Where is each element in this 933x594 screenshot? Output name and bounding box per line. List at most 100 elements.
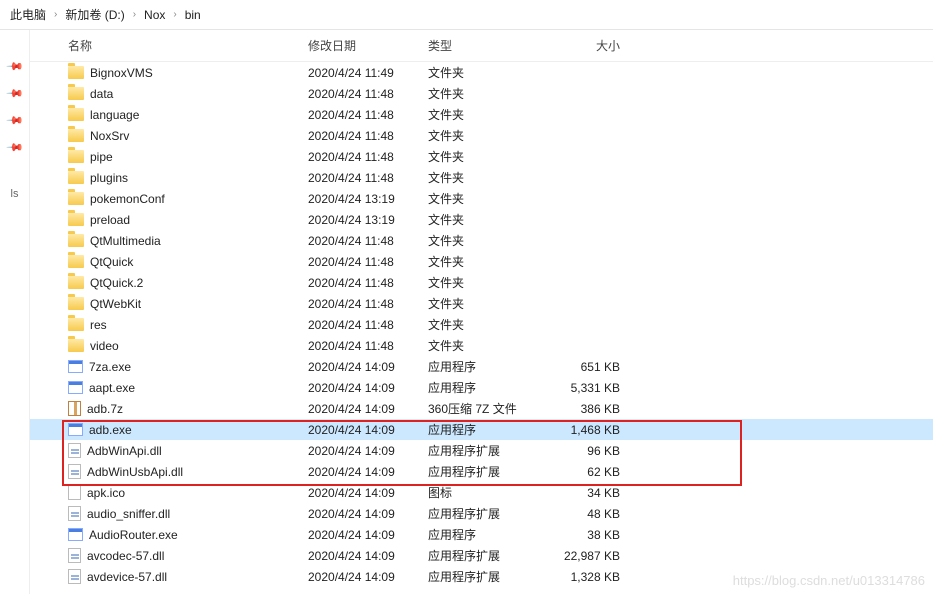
file-type: 文件夹 (428, 253, 548, 270)
breadcrumb[interactable]: 此电脑 › 新加卷 (D:) › Nox › bin (0, 0, 933, 30)
file-size: 1,328 KB (548, 570, 628, 584)
breadcrumb-part[interactable]: bin (185, 8, 201, 22)
column-header-size[interactable]: 大小 (548, 37, 628, 54)
file-type: 文件夹 (428, 127, 548, 144)
pin-icon: 📌 (5, 84, 24, 103)
file-size: 5,331 KB (548, 381, 628, 395)
file-date: 2020/4/24 14:09 (308, 360, 428, 374)
file-name: AudioRouter.exe (89, 528, 178, 542)
file-type: 文件夹 (428, 232, 548, 249)
file-type: 文件夹 (428, 85, 548, 102)
chevron-right-icon: › (133, 9, 136, 20)
file-date: 2020/4/24 14:09 (308, 444, 428, 458)
file-row[interactable]: audio_sniffer.dll2020/4/24 14:09应用程序扩展48… (30, 503, 933, 524)
folder-icon (68, 297, 84, 310)
file-row[interactable]: QtMultimedia2020/4/24 11:48文件夹 (30, 230, 933, 251)
file-date: 2020/4/24 14:09 (308, 528, 428, 542)
file-type: 文件夹 (428, 148, 548, 165)
folder-icon (68, 339, 84, 352)
file-row[interactable]: data 2020/4/24 11:48文件夹 (30, 83, 933, 104)
file-name: adb.7z (87, 402, 123, 416)
sidebar-label: ls (11, 188, 19, 200)
file-type: 文件夹 (428, 106, 548, 123)
file-row[interactable]: AdbWinApi.dll 2020/4/24 14:09应用程序扩展96 KB (30, 440, 933, 461)
file-type: 360压缩 7Z 文件 (428, 400, 548, 417)
file-row[interactable]: 7za.exe2020/4/24 14:09应用程序651 KB (30, 356, 933, 377)
file-row[interactable]: QtWebKit2020/4/24 11:48文件夹 (30, 293, 933, 314)
file-row[interactable]: video2020/4/24 11:48文件夹 (30, 335, 933, 356)
file-row[interactable]: QtQuick.22020/4/24 11:48文件夹 (30, 272, 933, 293)
file-type: 应用程序扩展 (428, 505, 548, 522)
file-row[interactable]: AdbWinUsbApi.dll2020/4/24 14:09应用程序扩展62 … (30, 461, 933, 482)
file-type: 应用程序扩展 (428, 442, 548, 459)
file-name: AdbWinApi.dll (87, 444, 162, 458)
file-row[interactable]: AudioRouter.exe2020/4/24 14:09应用程序38 KB (30, 524, 933, 545)
file-row[interactable]: aapt.exe2020/4/24 14:09应用程序5,331 KB (30, 377, 933, 398)
file-date: 2020/4/24 14:09 (308, 423, 428, 437)
file-name: plugins (90, 171, 128, 185)
folder-icon (68, 234, 84, 247)
file-date: 2020/4/24 11:48 (308, 87, 428, 101)
folder-icon (68, 276, 84, 289)
file-type: 文件夹 (428, 274, 548, 291)
file-row[interactable]: pipe2020/4/24 11:48文件夹 (30, 146, 933, 167)
dll-icon (68, 443, 81, 458)
file-name: avdevice-57.dll (87, 570, 167, 584)
file-date: 2020/4/24 14:09 (308, 402, 428, 416)
folder-icon (68, 150, 84, 163)
file-row[interactable]: language2020/4/24 11:48文件夹 (30, 104, 933, 125)
folder-icon (68, 66, 84, 79)
dll-icon (68, 569, 81, 584)
file-size: 96 KB (548, 444, 628, 458)
file-name: 7za.exe (89, 360, 131, 374)
file-row[interactable]: QtQuick 2020/4/24 11:48文件夹 (30, 251, 933, 272)
file-name: preload (90, 213, 130, 227)
exe-icon (68, 381, 83, 394)
file-type: 文件夹 (428, 337, 548, 354)
file-name: pipe (90, 150, 113, 164)
archive-icon (68, 401, 81, 416)
file-row[interactable]: adb.7z2020/4/24 14:09360压缩 7Z 文件386 KB (30, 398, 933, 419)
exe-icon (68, 423, 83, 436)
file-row[interactable]: res2020/4/24 11:48文件夹 (30, 314, 933, 335)
file-type: 图标 (428, 484, 548, 501)
file-name: avcodec-57.dll (87, 549, 164, 563)
file-type: 应用程序扩展 (428, 547, 548, 564)
chevron-right-icon: › (173, 9, 176, 20)
file-name: language (90, 108, 139, 122)
file-row[interactable]: preload2020/4/24 13:19文件夹 (30, 209, 933, 230)
file-name: adb.exe (89, 423, 132, 437)
breadcrumb-part[interactable]: 此电脑 (10, 6, 46, 23)
column-header-row: 名称 修改日期 类型 大小 (30, 30, 933, 62)
file-row[interactable]: BignoxVMS2020/4/24 11:49文件夹 (30, 62, 933, 83)
file-name: data (90, 87, 113, 101)
file-type: 文件夹 (428, 295, 548, 312)
pin-icon: 📌 (5, 57, 24, 76)
file-date: 2020/4/24 14:09 (308, 507, 428, 521)
file-row[interactable]: apk.ico2020/4/24 14:09图标34 KB (30, 482, 933, 503)
file-row[interactable]: avcodec-57.dll2020/4/24 14:09应用程序扩展22,98… (30, 545, 933, 566)
file-row[interactable]: plugins2020/4/24 11:48文件夹 (30, 167, 933, 188)
file-name: audio_sniffer.dll (87, 507, 170, 521)
folder-icon (68, 192, 84, 205)
column-header-type[interactable]: 类型 (428, 37, 548, 54)
file-type: 应用程序 (428, 379, 548, 396)
folder-icon (68, 255, 84, 268)
dll-icon (68, 506, 81, 521)
file-size: 22,987 KB (548, 549, 628, 563)
breadcrumb-part[interactable]: Nox (144, 8, 165, 22)
column-header-date[interactable]: 修改日期 (308, 37, 428, 54)
file-date: 2020/4/24 13:19 (308, 213, 428, 227)
file-name: QtWebKit (90, 297, 141, 311)
file-row[interactable]: NoxSrv2020/4/24 11:48文件夹 (30, 125, 933, 146)
file-row[interactable]: pokemonConf2020/4/24 13:19文件夹 (30, 188, 933, 209)
file-name: QtQuick (90, 255, 133, 269)
column-header-name[interactable]: 名称 (48, 37, 308, 54)
file-date: 2020/4/24 11:48 (308, 318, 428, 332)
file-date: 2020/4/24 11:48 (308, 255, 428, 269)
file-type: 应用程序 (428, 421, 548, 438)
file-row[interactable]: adb.exe2020/4/24 14:09应用程序1,468 KB (30, 419, 933, 440)
file-type: 文件夹 (428, 64, 548, 81)
breadcrumb-part[interactable]: 新加卷 (D:) (65, 6, 124, 23)
folder-icon (68, 318, 84, 331)
